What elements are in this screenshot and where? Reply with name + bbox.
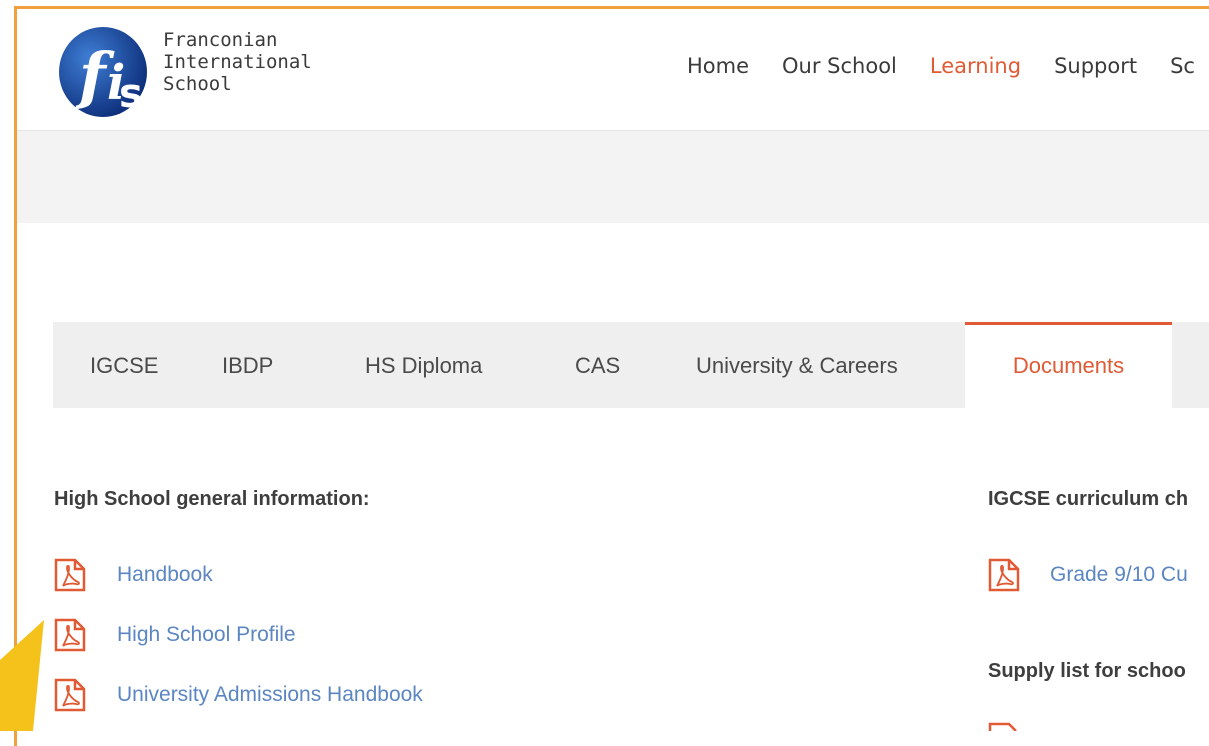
arrow-icon: [0, 620, 44, 731]
pdf-icon-partial: [988, 722, 1017, 731]
school-logo[interactable]: f i s Franconian International School: [57, 25, 313, 119]
logo-line-2: International: [163, 51, 312, 73]
tab-igcse[interactable]: IGCSE: [90, 322, 158, 408]
nav-truncated-item[interactable]: Sc: [1170, 54, 1195, 78]
tab-documents[interactable]: Documents: [965, 322, 1172, 408]
nav-our-school[interactable]: Our School: [782, 54, 897, 78]
page-banner: [17, 131, 1209, 223]
doc-link-label[interactable]: Handbook: [117, 563, 213, 587]
tab-cas[interactable]: CAS: [575, 322, 620, 408]
pdf-icon: [54, 618, 86, 652]
doc-link-label[interactable]: University Admissions Handbook: [117, 683, 423, 707]
tab-hs-diploma[interactable]: HS Diploma: [365, 322, 482, 408]
right-section-title-supply-list: Supply list for schoo: [988, 660, 1186, 682]
site-header: f i s Franconian International School Ho…: [17, 9, 1209, 131]
nav-learning[interactable]: Learning: [930, 54, 1021, 78]
logo-line-3: School: [163, 73, 232, 95]
doc-link-university-admissions-handbook[interactable]: University Admissions Handbook: [54, 678, 423, 712]
right-section-title-igcse: IGCSE curriculum ch: [988, 488, 1189, 510]
pdf-icon: [54, 558, 86, 592]
doc-link-high-school-profile[interactable]: High School Profile: [54, 618, 296, 652]
doc-link-grade-9-10[interactable]: Grade 9/10 Cu: [988, 558, 1188, 592]
tab-bar: IGCSE IBDP HS Diploma CAS University & C…: [53, 322, 1209, 408]
pdf-icon: [988, 558, 1020, 592]
doc-link-handbook[interactable]: Handbook: [54, 558, 213, 592]
left-section-title: High School general information:: [54, 488, 370, 510]
doc-link-label[interactable]: Grade 9/10 Cu: [1050, 563, 1188, 587]
main-nav: Home Our School Learning Support Sc: [687, 54, 1209, 78]
tab-university-careers[interactable]: University & Careers: [696, 322, 898, 408]
logo-wordmark: Franconian International School: [163, 29, 312, 95]
svg-text:s: s: [119, 71, 143, 117]
nav-support[interactable]: Support: [1054, 54, 1137, 78]
fis-monogram-icon: f i s: [59, 27, 147, 117]
logo-line-1: Franconian: [163, 29, 278, 51]
doc-link-label[interactable]: High School Profile: [117, 623, 296, 647]
pdf-icon: [54, 678, 86, 712]
nav-home[interactable]: Home: [687, 54, 749, 78]
tab-ibdp[interactable]: IBDP: [222, 322, 273, 408]
